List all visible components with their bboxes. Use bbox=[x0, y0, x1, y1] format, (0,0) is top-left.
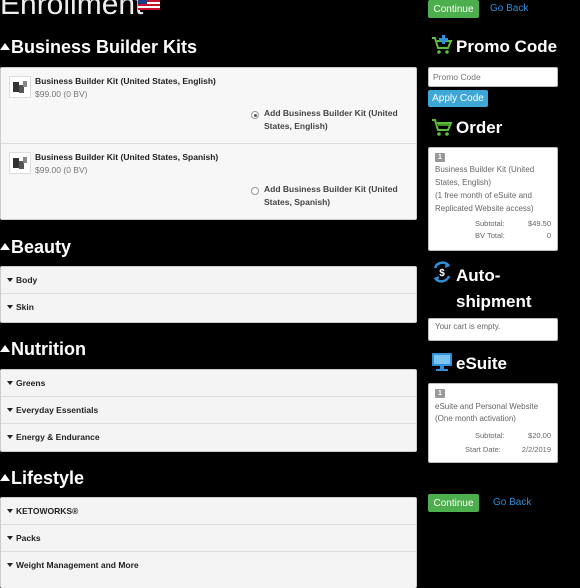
caret-up-icon bbox=[0, 474, 10, 481]
autoship-title-line1: Auto- bbox=[456, 266, 501, 285]
autoship-title: Auto- shipment bbox=[456, 263, 532, 315]
section-title-lifestyle-label: Lifestyle bbox=[11, 468, 85, 488]
kit-price: $99.00 (0 BV) bbox=[35, 165, 88, 175]
cart-icon bbox=[432, 119, 453, 136]
bv-label: BV Total: bbox=[475, 231, 505, 240]
promo-title: Promo Code bbox=[456, 37, 558, 56]
us-flag-icon bbox=[138, 0, 160, 10]
section-title-nutrition-label: Nutrition bbox=[11, 339, 86, 359]
category-body[interactable]: Body bbox=[1, 267, 416, 294]
kit-thumbnail bbox=[9, 76, 31, 98]
nutrition-panel: Greens Everyday Essentials Energy & Endu… bbox=[0, 369, 417, 452]
caret-down-icon bbox=[7, 536, 13, 540]
category-label: Energy & Endurance bbox=[16, 432, 100, 442]
svg-text:$: $ bbox=[439, 268, 445, 279]
category-skin[interactable]: Skin bbox=[1, 294, 416, 320]
esuite-item-text: eSuite and Personal Website (One month a… bbox=[435, 402, 539, 423]
kit-name: Business Builder Kit (United States, Eng… bbox=[35, 76, 216, 86]
category-label: Packs bbox=[16, 533, 41, 543]
order-item-text: Business Builder Kit (United States, Eng… bbox=[435, 165, 535, 187]
category-everyday-essentials[interactable]: Everyday Essentials bbox=[1, 397, 416, 424]
kit-row-spanish: Business Builder Kit (United States, Spa… bbox=[1, 144, 416, 219]
qty-badge: 1 bbox=[435, 153, 445, 162]
category-packs[interactable]: Packs bbox=[1, 525, 416, 552]
caret-down-icon bbox=[7, 509, 13, 513]
subtotal-value: $49.50 bbox=[528, 219, 551, 228]
category-label: Skin bbox=[16, 302, 34, 312]
caret-up-icon bbox=[0, 43, 10, 50]
go-back-link-bottom[interactable]: Go Back bbox=[493, 497, 531, 508]
esuite-title: eSuite bbox=[456, 354, 508, 373]
order-box: 1 Business Builder Kit (United States, E… bbox=[428, 147, 558, 251]
recurring-dollar-icon: $ bbox=[433, 261, 451, 283]
promo-code-input[interactable] bbox=[428, 67, 558, 87]
kit-image-icon bbox=[13, 81, 27, 93]
kit-radio-spanish[interactable] bbox=[251, 187, 259, 195]
section-title-kits[interactable]: Business Builder Kits bbox=[0, 37, 197, 58]
kit-option-label[interactable]: Add Business Builder Kit (United States,… bbox=[264, 183, 399, 209]
caret-up-icon bbox=[0, 243, 10, 250]
kit-option-label[interactable]: Add Business Builder Kit (United States,… bbox=[264, 107, 399, 133]
go-back-link-top[interactable]: Go Back bbox=[490, 3, 528, 14]
kit-radio-english[interactable] bbox=[251, 111, 259, 119]
caret-down-icon bbox=[7, 435, 13, 439]
caret-up-icon bbox=[0, 345, 10, 352]
section-title-lifestyle[interactable]: Lifestyle bbox=[0, 468, 84, 489]
section-title-beauty-label: Beauty bbox=[11, 237, 72, 257]
kit-row-english: Business Builder Kit (United States, Eng… bbox=[1, 68, 416, 144]
caret-down-icon bbox=[7, 563, 13, 567]
category-label: Everyday Essentials bbox=[16, 405, 99, 415]
category-greens[interactable]: Greens bbox=[1, 370, 416, 397]
cart-plus-icon bbox=[432, 35, 453, 54]
kit-price: $99.00 (0 BV) bbox=[35, 89, 88, 99]
kits-panel: Business Builder Kit (United States, Eng… bbox=[0, 67, 417, 220]
category-label: Weight Management and More bbox=[16, 560, 139, 570]
category-weight-management[interactable]: Weight Management and More bbox=[1, 552, 416, 578]
section-title-nutrition[interactable]: Nutrition bbox=[0, 339, 86, 360]
order-title: Order bbox=[456, 118, 503, 137]
category-ketoworks[interactable]: KETOWORKS® bbox=[1, 498, 416, 525]
caret-down-icon bbox=[7, 305, 13, 309]
section-title-beauty[interactable]: Beauty bbox=[0, 237, 71, 258]
apply-code-button[interactable]: Apply Code bbox=[428, 90, 488, 107]
section-title-kits-label: Business Builder Kits bbox=[11, 37, 198, 57]
start-date-label: Start Date: bbox=[465, 445, 501, 454]
esuite-subtotal-row: Subtotal: $20.00 bbox=[435, 431, 551, 440]
category-label: Greens bbox=[16, 378, 46, 388]
bv-value: 0 bbox=[546, 231, 551, 240]
start-date-value: 2/2/2019 bbox=[521, 445, 551, 454]
subtotal-label: Subtotal: bbox=[475, 431, 505, 440]
order-bv-row: BV Total: 0 bbox=[435, 231, 551, 240]
autoship-title-line2: shipment bbox=[456, 292, 532, 311]
caret-down-icon bbox=[7, 278, 13, 282]
category-label: KETOWORKS® bbox=[16, 506, 79, 516]
page-title: Enrollment bbox=[0, 0, 144, 21]
kit-name: Business Builder Kit (United States, Spa… bbox=[35, 152, 219, 162]
esuite-start-row: Start Date: 2/2/2019 bbox=[435, 445, 551, 454]
esuite-box: 1 eSuite and Personal Website (One month… bbox=[428, 383, 558, 463]
order-item-note: (1 free month of eSuite and Replicated W… bbox=[435, 191, 534, 213]
order-subtotal-row: Subtotal: $49.50 bbox=[435, 219, 551, 228]
qty-badge: 1 bbox=[435, 389, 445, 398]
caret-down-icon bbox=[7, 381, 13, 385]
subtotal-label: Subtotal: bbox=[475, 219, 505, 228]
kit-image-icon bbox=[13, 157, 27, 169]
subtotal-value: $20.00 bbox=[528, 431, 551, 440]
monitor-icon bbox=[432, 353, 452, 371]
caret-down-icon bbox=[7, 408, 13, 412]
kit-thumbnail bbox=[9, 152, 31, 174]
category-energy-endurance[interactable]: Energy & Endurance bbox=[1, 424, 416, 450]
continue-button-bottom[interactable]: Continue bbox=[428, 494, 479, 512]
beauty-panel: Body Skin bbox=[0, 266, 417, 323]
continue-button-top[interactable]: Continue bbox=[428, 0, 479, 18]
lifestyle-panel: KETOWORKS® Packs Weight Management and M… bbox=[0, 497, 417, 588]
autoship-empty-text: Your cart is empty. bbox=[435, 322, 501, 331]
autoship-box: Your cart is empty. bbox=[428, 318, 558, 341]
category-label: Body bbox=[16, 275, 38, 285]
